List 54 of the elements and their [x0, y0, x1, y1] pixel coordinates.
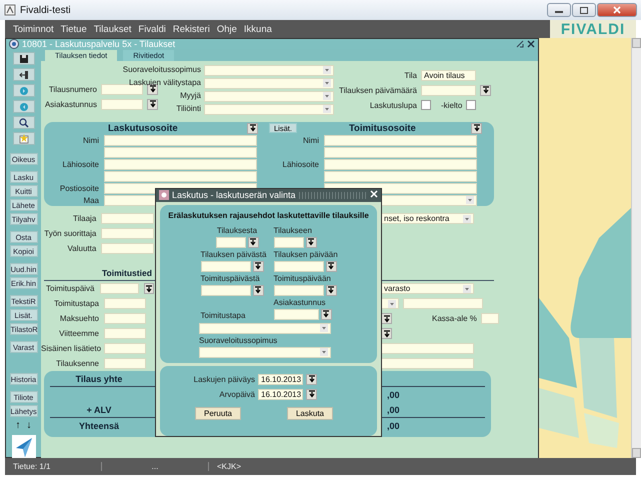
field-label: Tilaukseen — [274, 226, 313, 235]
form-window-title: 10801 - Laskutuspalvelu 5x - Tilaukset — [22, 39, 176, 49]
total-value: ,00 — [387, 420, 400, 430]
field-label: Suoraveloitussopimus — [199, 336, 278, 345]
section-title: Toimitusosoite — [348, 122, 417, 134]
field-label: Kassa-ale % — [432, 314, 477, 323]
field-label: Nimi — [82, 136, 99, 146]
field-label: Sisäinen lisätieto — [41, 344, 99, 353]
field-label: Postiosoite — [58, 184, 99, 193]
field-label: Toimituspäivään — [274, 274, 332, 283]
dialog-heading: Erälaskutuksen rajausehdot laskutettaville tilauksille — [168, 210, 369, 220]
field-label: Tilaaja — [72, 214, 96, 223]
field-label: Lähiosoite — [282, 160, 319, 169]
window-title: Fivaldi-testi — [20, 4, 72, 16]
field-label: Laskutuslupa — [368, 100, 417, 110]
total-value: ,00 — [387, 390, 400, 400]
field-label: Tilauksen päivästä — [200, 250, 268, 259]
total-label: + ALV — [86, 404, 112, 414]
field-label: Laskujen välitystapa — [128, 79, 201, 87]
field-label: Tila — [403, 70, 417, 80]
field-label: -kielto — [441, 100, 462, 110]
field-label: Asiakastunnus — [44, 100, 97, 108]
total-value: ,00 — [387, 404, 400, 414]
field-label: Tilauksenne — [55, 359, 99, 368]
field-label: Toimitustapa — [200, 310, 246, 320]
field-label: Tilauksen päivämäärä — [338, 86, 417, 94]
field-label: Maa — [82, 196, 99, 205]
field-label: Tilauksesta — [216, 226, 258, 235]
field-label: Tilauksen päivään — [274, 250, 339, 259]
logo: FIVALDI — [550, 20, 636, 38]
status-text: Tietue: 1/1 — [12, 462, 52, 471]
status-text: ... — [101, 462, 209, 471]
field-label: Arvopäivä — [218, 390, 255, 399]
field-label: Tiliöinti — [175, 105, 201, 113]
field-label: Lähiosoite — [62, 160, 99, 169]
section-title: Tilaus yhte — [76, 374, 122, 384]
field-label: Myyjä — [179, 92, 201, 100]
field-label: Toimituspäivä — [45, 284, 94, 293]
field-label: Tilausnumero — [48, 84, 97, 94]
field-label: Laskujen päiväys — [192, 374, 255, 384]
field-label: Toimitustapa — [53, 299, 99, 308]
field-label: Työn suorittaja — [43, 229, 96, 238]
field-label: Asiakastunnus — [274, 298, 327, 307]
field-label: Nimi — [302, 136, 319, 146]
field-label: Maksuehto — [58, 314, 99, 323]
section-title: Laskutusosoite — [108, 122, 179, 134]
field-label: Viitteemme — [58, 329, 99, 338]
total-label: Yhteensä — [78, 420, 120, 430]
field-label: Toimituspäivästä — [200, 274, 261, 283]
dialog-title: Laskutus - laskutuserän valinta — [172, 190, 296, 200]
field-label: Suoraveloitussopimus — [122, 66, 201, 74]
section-title: Toimitustied — [102, 268, 152, 278]
field-label: Valuutta — [66, 244, 96, 253]
status-text: <KJK> — [216, 462, 242, 471]
